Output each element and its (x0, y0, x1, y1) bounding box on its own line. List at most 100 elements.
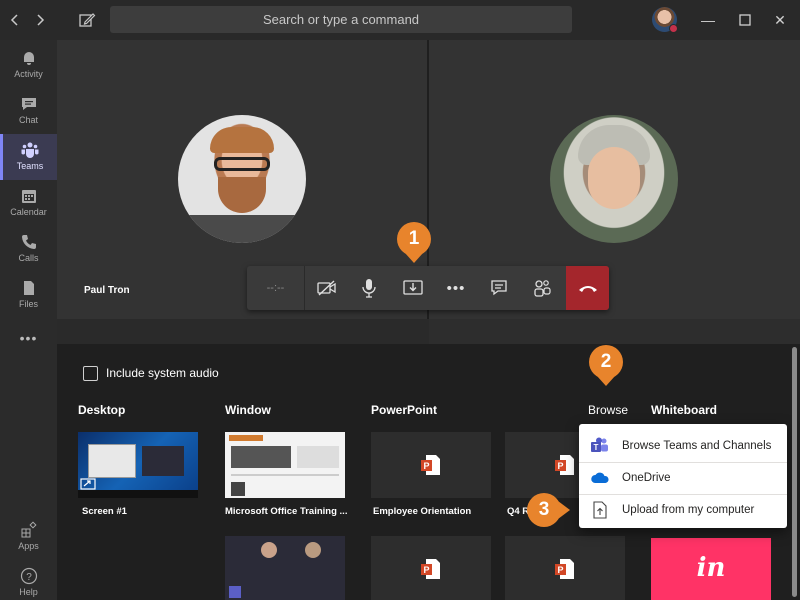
menu-item-label: Browse Teams and Channels (622, 440, 772, 452)
rail-item-calls[interactable]: Calls (0, 226, 57, 272)
powerpoint-file-icon: P (555, 559, 574, 579)
participant-name: Paul Tron (84, 285, 130, 296)
apps-icon (21, 521, 37, 538)
camera-off-icon (317, 280, 336, 296)
svg-text:P: P (557, 461, 563, 471)
participant-avatar (550, 115, 678, 243)
maximize-button[interactable] (735, 10, 755, 30)
title-bar: Search or type a command — ✕ (0, 0, 800, 40)
rail-label: Calendar (10, 207, 47, 217)
rail-item-teams[interactable]: Teams (0, 134, 57, 180)
rail-label: Chat (18, 115, 38, 125)
menu-item-onedrive[interactable]: OneDrive (579, 462, 787, 494)
svg-text:?: ? (26, 572, 32, 583)
share-tray-button[interactable] (393, 266, 433, 310)
whiteboard-invision-tile[interactable]: in (651, 538, 771, 600)
powerpoint-file-icon: P (421, 559, 440, 579)
powerpoint-thumbnail[interactable]: P (371, 536, 491, 600)
participants-icon (534, 280, 551, 297)
section-whiteboard: Whiteboard (651, 403, 717, 417)
chevron-left-icon (10, 14, 18, 26)
section-window: Window (225, 403, 271, 417)
help-icon: ? (20, 567, 37, 585)
rail-item-apps[interactable]: Apps (0, 514, 57, 560)
section-desktop: Desktop (78, 403, 126, 417)
back-button[interactable] (5, 10, 25, 30)
file-icon (23, 281, 34, 295)
bell-icon (23, 52, 34, 65)
hang-up-button[interactable] (566, 266, 609, 310)
chat-icon (21, 98, 36, 110)
browse-button[interactable]: Browse (588, 403, 628, 417)
svg-text:P: P (423, 461, 429, 471)
svg-text:T: T (594, 443, 599, 452)
callout-badge-3: 3 (527, 493, 561, 527)
checkbox[interactable] (83, 365, 98, 381)
more-actions-button[interactable]: ••• (436, 266, 476, 310)
onedrive-cloud-icon (591, 472, 609, 483)
screen-caption: Screen #1 (82, 506, 127, 517)
rail-label: Activity (14, 69, 43, 79)
rail-item-files[interactable]: Files (0, 272, 57, 318)
screen-thumbnail[interactable] (78, 432, 198, 498)
chat-icon (491, 280, 507, 296)
powerpoint-thumbnail[interactable]: P (371, 432, 491, 498)
upload-file-icon (593, 501, 607, 519)
include-system-audio-label: Include system audio (106, 366, 219, 380)
call-timer: --:-- (247, 266, 305, 310)
rail-label: Calls (18, 253, 39, 263)
section-powerpoint: PowerPoint (371, 403, 438, 417)
teams-icon (21, 142, 39, 158)
callout-badge-2: 2 (589, 345, 623, 379)
tray-scrollbar[interactable] (792, 347, 797, 597)
close-button[interactable]: ✕ (770, 10, 790, 30)
menu-item-label: Upload from my computer (622, 504, 755, 516)
powerpoint-caption: Employee Orientation (373, 506, 472, 517)
include-system-audio-checkbox[interactable]: Include system audio (83, 364, 219, 382)
rail-item-activity[interactable]: Activity (0, 42, 57, 88)
window-caption: Microsoft Office Training ... (225, 506, 347, 517)
call-controls: --:-- ••• (247, 266, 609, 310)
camera-toggle-button[interactable] (307, 266, 347, 310)
forward-button[interactable] (30, 10, 50, 30)
teams-logo-icon: T (591, 437, 608, 452)
powerpoint-file-icon: P (555, 455, 574, 475)
browse-menu: T Browse Teams and Channels OneDrive Upl… (579, 424, 787, 528)
rail-label: Files (18, 299, 38, 309)
powerpoint-thumbnail[interactable]: P (505, 536, 625, 600)
rail-item-chat[interactable]: Chat (0, 88, 57, 134)
rail-more-button[interactable]: ••• (0, 324, 57, 354)
maximize-icon (739, 14, 751, 26)
rail-label: Apps (18, 541, 39, 551)
menu-item-upload-from-computer[interactable]: Upload from my computer (579, 494, 787, 526)
powerpoint-file-icon: P (421, 455, 440, 475)
callout-pointer (558, 501, 570, 519)
presence-busy-icon (669, 24, 678, 33)
more-icon: ••• (446, 279, 466, 297)
callout-pointer (405, 253, 423, 263)
phone-icon (21, 235, 36, 249)
menu-item-browse-teams-channels[interactable]: T Browse Teams and Channels (579, 430, 787, 462)
menu-item-label: OneDrive (622, 472, 671, 484)
participant-avatar (178, 115, 306, 243)
rail-label: Teams (16, 161, 44, 171)
rail-item-calendar[interactable]: Calendar (0, 180, 57, 226)
compose-icon (79, 13, 96, 27)
rail-label: Help (19, 587, 38, 597)
search-input[interactable]: Search or type a command (110, 6, 572, 33)
app-bar: Activity Chat Teams Calendar Calls Files… (0, 40, 57, 600)
microphone-icon (362, 279, 376, 298)
show-participants-button[interactable] (522, 266, 562, 310)
more-icon: ••• (19, 330, 38, 346)
calendar-icon (21, 190, 36, 203)
new-chat-button[interactable] (76, 9, 98, 31)
minimize-button[interactable]: — (698, 10, 718, 30)
stage-strip-right (429, 319, 800, 344)
invision-logo-icon: in (696, 553, 726, 583)
window-thumbnail[interactable] (225, 536, 345, 600)
microphone-button[interactable] (349, 266, 389, 310)
rail-item-help[interactable]: ? Help (0, 560, 57, 600)
show-chat-button[interactable] (479, 266, 519, 310)
svg-text:P: P (557, 565, 563, 575)
window-thumbnail[interactable] (225, 432, 345, 498)
